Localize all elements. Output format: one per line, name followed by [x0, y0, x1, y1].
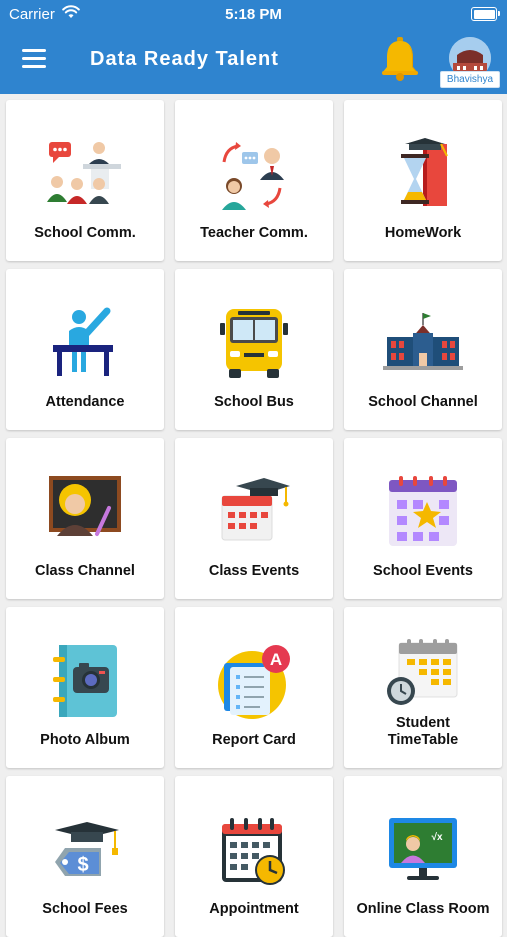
- tile-label: Report Card: [212, 732, 296, 748]
- tile-school-fees[interactable]: $ School Fees: [6, 776, 164, 937]
- hamburger-menu-icon[interactable]: [22, 49, 48, 69]
- tile-label: Attendance: [45, 394, 125, 410]
- app-header: Carrier 5:18 PM Data Ready Talent Bhavis…: [0, 0, 507, 94]
- appointment-icon: [222, 818, 285, 885]
- notification-bell-icon[interactable]: [378, 36, 422, 82]
- school-channel-icon: [383, 313, 463, 370]
- class-channel-icon: [49, 476, 121, 536]
- tile-teacher-comm[interactable]: Teacher Comm.: [175, 100, 333, 261]
- battery-icon: [471, 7, 500, 21]
- class-events-icon: [221, 478, 290, 541]
- report-card-icon: A: [218, 645, 290, 719]
- tile-label: Photo Album: [40, 732, 130, 748]
- tile-label: School Bus: [214, 394, 294, 410]
- photo-album-icon: [53, 645, 117, 717]
- tile-attendance[interactable]: Attendance: [6, 269, 164, 430]
- tile-school-channel[interactable]: School Channel: [344, 269, 502, 430]
- tile-label: Class Channel: [35, 563, 135, 579]
- school-events-icon: [389, 476, 457, 546]
- tile-label: Student TimeTable: [387, 715, 459, 748]
- attendance-icon: [53, 307, 113, 376]
- profile-avatar[interactable]: Bhavishya: [440, 37, 500, 89]
- tile-photo-album[interactable]: Photo Album: [6, 607, 164, 768]
- tile-class-channel[interactable]: Class Channel: [6, 438, 164, 599]
- tile-label: School Events: [373, 563, 473, 579]
- tile-school-comm[interactable]: School Comm.: [6, 100, 164, 261]
- online-class-icon: √x: [389, 818, 457, 880]
- tile-label: School Fees: [42, 901, 128, 917]
- school-communication-icon: [47, 142, 121, 204]
- homework-icon: [401, 138, 448, 206]
- tile-online-class[interactable]: √x Online Class Room: [344, 776, 502, 937]
- app-title: Data Ready Talent: [90, 48, 279, 70]
- tile-label: HomeWork: [384, 225, 462, 241]
- tile-label: Class Events: [208, 563, 300, 579]
- tile-school-events[interactable]: School Events: [344, 438, 502, 599]
- tile-student-timetable[interactable]: Student TimeTable: [344, 607, 502, 768]
- svg-text:A: A: [270, 650, 282, 669]
- tile-report-card[interactable]: A Report Card: [175, 607, 333, 768]
- profile-name: Bhavishya: [440, 71, 500, 88]
- student-timetable-icon: [387, 639, 458, 705]
- svg-text:$: $: [77, 854, 88, 876]
- tile-label: Appointment: [209, 901, 299, 917]
- tile-class-events[interactable]: Class Events: [175, 438, 333, 599]
- tile-label: Teacher Comm.: [200, 225, 308, 241]
- svg-text:√x: √x: [431, 832, 442, 843]
- status-bar: Carrier 5:18 PM: [0, 0, 507, 28]
- tile-label: Online Class Room: [356, 901, 490, 917]
- tile-appointment[interactable]: Appointment: [175, 776, 333, 937]
- tile-school-bus[interactable]: School Bus: [175, 269, 333, 430]
- teacher-communication-icon: [222, 142, 284, 210]
- tile-homework[interactable]: HomeWork: [344, 100, 502, 261]
- tile-label: School Comm.: [34, 225, 136, 241]
- clock: 5:18 PM: [225, 6, 282, 23]
- tile-label: School Channel: [368, 394, 478, 410]
- school-bus-icon: [220, 309, 288, 378]
- school-fees-icon: $: [55, 822, 119, 876]
